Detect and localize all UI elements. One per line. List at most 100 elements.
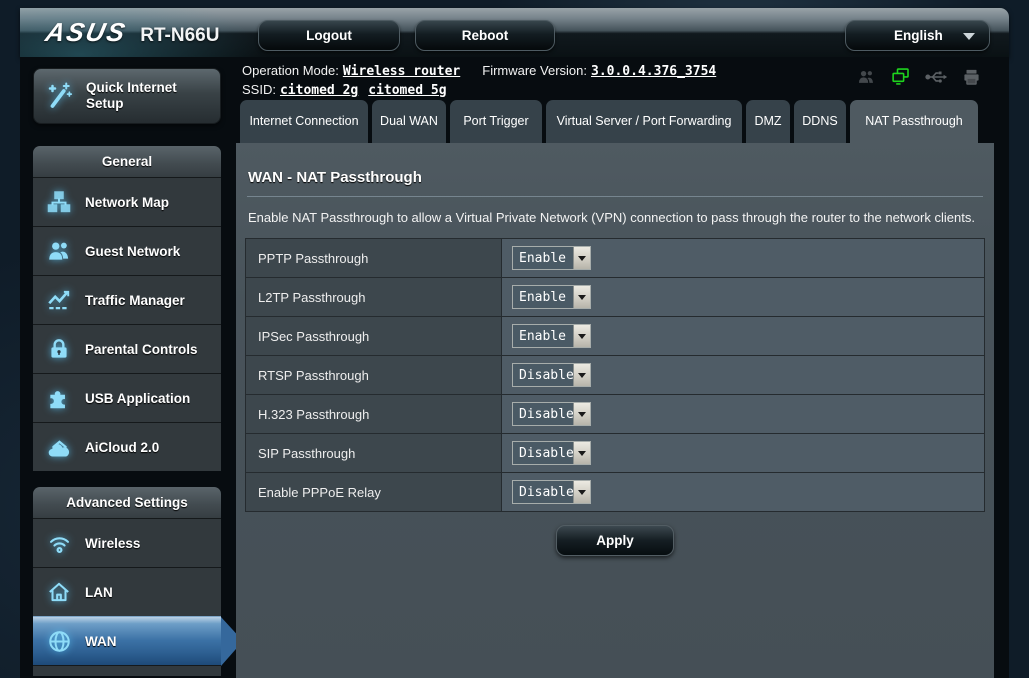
setting-label: SIP Passthrough xyxy=(246,434,502,473)
setting-label: H.323 Passthrough xyxy=(246,395,502,434)
h323-passthrough-select[interactable]: Disable xyxy=(512,402,591,426)
sidebar-item-partial[interactable] xyxy=(33,665,221,676)
sidebar-item-usb-application[interactable]: USB Application xyxy=(33,373,221,422)
sidebar-gap xyxy=(33,471,221,487)
setting-label: IPSec Passthrough xyxy=(246,317,502,356)
model-name: RT-N66U xyxy=(140,25,219,47)
sidebar-item-wireless[interactable]: Wireless xyxy=(33,518,221,567)
tab-nat-passthrough[interactable]: NAT Passthrough xyxy=(850,100,978,143)
internet-status-icon[interactable] xyxy=(890,66,912,87)
tab-virtual-server-port-forwarding[interactable]: Virtual Server / Port Forwarding xyxy=(546,100,742,143)
setting-value-cell: Enable xyxy=(502,317,985,356)
table-row: IPSec Passthrough Enable xyxy=(246,317,985,356)
setting-value-cell: Disable xyxy=(502,356,985,395)
tab-ddns[interactable]: DDNS xyxy=(794,100,846,143)
sidebar-item-lan[interactable]: LAN xyxy=(33,567,221,616)
quick-internet-setup-button[interactable]: Quick Internet Setup xyxy=(33,68,221,124)
sidebar-item-wan[interactable]: WAN xyxy=(33,616,221,665)
tab-bar: Internet Connection Dual WAN Port Trigge… xyxy=(236,100,994,143)
select-value: Disable xyxy=(513,485,573,500)
setting-value-cell: Enable xyxy=(502,239,985,278)
section-header-general: General xyxy=(33,146,221,177)
sidebar-item-label: Wireless xyxy=(85,536,140,551)
magic-wand-icon xyxy=(34,81,86,111)
title-divider xyxy=(247,196,983,197)
brand-area: ASUS RT-N66U xyxy=(46,17,219,48)
l2tp-passthrough-select[interactable]: Enable xyxy=(512,285,591,309)
setting-value-cell: Enable xyxy=(502,278,985,317)
tab-dual-wan[interactable]: Dual WAN xyxy=(372,100,446,143)
clients-icon[interactable] xyxy=(856,67,877,87)
sidebar-item-network-map[interactable]: Network Map xyxy=(33,177,221,226)
dropdown-arrow-icon[interactable] xyxy=(573,403,590,425)
tab-dmz[interactable]: DMZ xyxy=(746,100,790,143)
ssid-2g-link[interactable]: citomed 2g xyxy=(280,83,358,98)
tab-port-trigger[interactable]: Port Trigger xyxy=(450,100,542,143)
table-row: H.323 Passthrough Disable xyxy=(246,395,985,434)
router-admin-page: { "header": { "brand": "ASUS", "model": … xyxy=(0,0,1029,678)
guest-network-icon xyxy=(33,238,85,264)
setting-label: RTSP Passthrough xyxy=(246,356,502,395)
firmware-label: Firmware Version: xyxy=(482,63,587,78)
cloud-icon xyxy=(33,434,85,461)
select-value: Disable xyxy=(513,446,573,461)
setting-label: PPTP Passthrough xyxy=(246,239,502,278)
apply-button[interactable]: Apply xyxy=(556,525,674,556)
table-row: PPTP Passthrough Enable xyxy=(246,239,985,278)
table-row: Enable PPPoE Relay Disable xyxy=(246,473,985,512)
select-value: Disable xyxy=(513,368,573,383)
page-title: WAN - NAT Passthrough xyxy=(236,143,994,186)
dropdown-arrow-icon[interactable] xyxy=(573,247,590,269)
ipsec-passthrough-select[interactable]: Enable xyxy=(512,324,591,348)
sip-passthrough-select[interactable]: Disable xyxy=(512,441,591,465)
sidebar-item-label: AiCloud 2.0 xyxy=(85,440,159,455)
table-row: SIP Passthrough Disable xyxy=(246,434,985,473)
sidebar-item-aicloud[interactable]: AiCloud 2.0 xyxy=(33,422,221,471)
sidebar-item-label: USB Application xyxy=(85,391,190,406)
usb-icon[interactable] xyxy=(925,68,948,86)
sidebar-item-label: Network Map xyxy=(85,195,169,210)
select-value: Disable xyxy=(513,407,573,422)
sidebar-item-label: WAN xyxy=(85,634,117,649)
sidebar-item-label: LAN xyxy=(85,585,113,600)
main-panel: WAN - NAT Passthrough Enable NAT Passthr… xyxy=(236,143,994,678)
reboot-button[interactable]: Reboot xyxy=(415,20,555,51)
printer-icon[interactable] xyxy=(961,67,982,87)
app-body: Quick Internet Setup General Network Map xyxy=(20,57,1009,678)
globe-icon xyxy=(33,628,85,655)
lock-icon xyxy=(33,336,85,362)
puzzle-icon xyxy=(33,385,85,411)
table-row: L2TP Passthrough Enable xyxy=(246,278,985,317)
setting-label: Enable PPPoE Relay xyxy=(246,473,502,512)
firmware-version-link[interactable]: 3.0.0.4.376_3754 xyxy=(591,64,716,79)
dropdown-arrow-icon[interactable] xyxy=(573,481,590,503)
home-icon xyxy=(33,579,85,605)
top-banner: ASUS RT-N66U Logout Reboot English xyxy=(20,8,1009,57)
sidebar-item-traffic-manager[interactable]: Traffic Manager xyxy=(33,275,221,324)
section-header-advanced-settings: Advanced Settings xyxy=(33,487,221,518)
operation-mode-link[interactable]: Wireless router xyxy=(343,64,460,79)
pppoe-relay-select[interactable]: Disable xyxy=(512,480,591,504)
ssid-label: SSID: xyxy=(242,82,276,97)
dropdown-arrow-icon[interactable] xyxy=(573,286,590,308)
operation-mode-label: Operation Mode: xyxy=(242,63,339,78)
sidebar-item-label: Guest Network xyxy=(85,244,180,259)
language-dropdown[interactable]: English xyxy=(845,20,990,51)
setting-value-cell: Disable xyxy=(502,434,985,473)
dropdown-arrow-icon[interactable] xyxy=(573,325,590,347)
rtsp-passthrough-select[interactable]: Disable xyxy=(512,363,591,387)
page-description: Enable NAT Passthrough to allow a Virtua… xyxy=(248,210,982,225)
logout-button[interactable]: Logout xyxy=(258,20,400,51)
ssid-5g-link[interactable]: citomed 5g xyxy=(368,83,446,98)
sidebar-item-guest-network[interactable]: Guest Network xyxy=(33,226,221,275)
info-bar: Operation Mode: Wireless router Firmware V… xyxy=(236,57,994,98)
pptp-passthrough-select[interactable]: Enable xyxy=(512,246,591,270)
asus-logo: ASUS xyxy=(43,17,130,48)
select-value: Enable xyxy=(513,251,573,266)
table-row: RTSP Passthrough Disable xyxy=(246,356,985,395)
tab-internet-connection[interactable]: Internet Connection xyxy=(240,100,368,143)
network-map-icon xyxy=(33,189,85,215)
dropdown-arrow-icon[interactable] xyxy=(573,442,590,464)
sidebar-item-parental-controls[interactable]: Parental Controls xyxy=(33,324,221,373)
dropdown-arrow-icon[interactable] xyxy=(573,364,590,386)
